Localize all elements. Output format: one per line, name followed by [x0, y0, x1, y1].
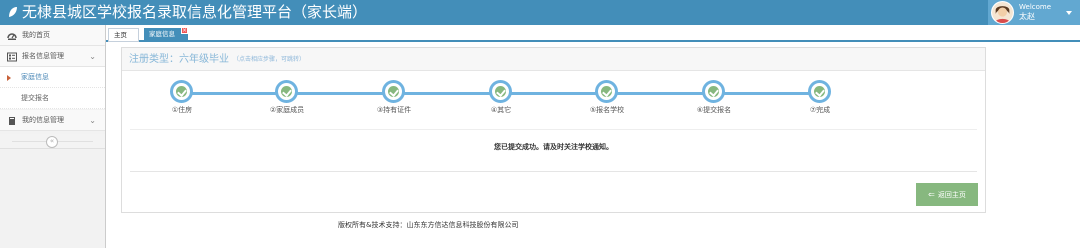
check-icon [601, 86, 612, 97]
step-label: ⑥提交报名 [696, 106, 732, 114]
close-icon[interactable]: × [181, 27, 188, 34]
sidebar-item-registration[interactable]: 报名信息管理 ⌄ [0, 46, 105, 67]
back-home-button[interactable]: ⇐ 返回主页 [916, 183, 978, 206]
top-navbar: 无棣县城区学校报名录取信息化管理平台（家长端） Welcome 太赵 [0, 0, 1080, 25]
success-message: 您已提交成功。请及时关注学校通知。 [494, 143, 613, 151]
check-icon [708, 86, 719, 97]
step-2[interactable]: ②家庭成员 [247, 80, 327, 116]
user-menu[interactable]: Welcome 太赵 [988, 0, 1080, 25]
step-circle [170, 80, 193, 103]
step-5[interactable]: ⑤报名学校 [567, 80, 647, 116]
page-title: 注册类型：六年级毕业 [129, 54, 229, 65]
step-3[interactable]: ③持有证件 [354, 80, 434, 116]
sidebar-collapse: « [0, 134, 105, 149]
check-icon [388, 86, 399, 97]
arrow-left-icon: ⇐ [928, 190, 935, 199]
app-title: 无棣县城区学校报名录取信息化管理平台（家长端） [22, 3, 368, 21]
active-marker-icon [7, 75, 11, 81]
caret-down-icon [1066, 11, 1072, 15]
user-avatar-icon [992, 2, 1013, 23]
list-icon [7, 52, 17, 62]
step-circle [702, 80, 725, 103]
step-label: ⑤报名学校 [589, 106, 625, 114]
step-4[interactable]: ④其它 [461, 80, 541, 116]
tab-bar: 主页 家庭信息 × [106, 25, 1080, 42]
check-icon [495, 86, 506, 97]
check-icon [176, 86, 187, 97]
step-circle [489, 80, 512, 103]
sidebar-item-label: 家庭信息 [21, 73, 49, 81]
user-name: 太赵 [1019, 12, 1035, 21]
registration-panel: 注册类型：六年级毕业 （点击相应步骤，可跳转） ①住房 ②家庭成员 ③持有证件 … [121, 47, 986, 213]
step-1[interactable]: ①住房 [142, 80, 222, 116]
dashboard-icon [7, 33, 17, 40]
step-6[interactable]: ⑥提交报名 [674, 80, 754, 116]
sidebar-item-label: 提交报名 [21, 94, 49, 102]
step-label: ③持有证件 [376, 106, 412, 114]
panel-header: 注册类型：六年级毕业 （点击相应步骤，可跳转） [122, 48, 985, 71]
footer-copyright: 版权所有&技术支持：山东东方信达信息科技股份有限公司 [338, 221, 519, 229]
welcome-text: Welcome [1019, 3, 1052, 11]
sidebar-item-label: 我的信息管理 [22, 116, 64, 124]
tab-home[interactable]: 主页 [108, 28, 139, 42]
step-circle [595, 80, 618, 103]
sidebar: 我的首页 报名信息管理 ⌄ 家庭信息 提交报名 我的信息管理 ⌄ « [0, 25, 106, 248]
sidebar-item-my-info[interactable]: 我的信息管理 ⌄ [0, 110, 105, 131]
step-circle [275, 80, 298, 103]
step-7[interactable]: ⑦完成 [780, 80, 860, 116]
step-label: ④其它 [490, 106, 512, 114]
panel-hint: （点击相应步骤，可跳转） [233, 56, 306, 63]
step-label: ⑦完成 [809, 106, 831, 114]
step-label: ②家庭成员 [269, 106, 305, 114]
step-circle [382, 80, 405, 103]
sidebar-item-family-info[interactable]: 家庭信息 [0, 67, 105, 88]
check-icon [814, 86, 825, 97]
divider [130, 171, 977, 172]
sidebar-item-label: 我的首页 [22, 31, 50, 39]
collapse-icon[interactable]: « [46, 136, 58, 148]
chevron-down-icon: ⌄ [89, 116, 96, 125]
back-home-label: 返回主页 [937, 191, 966, 199]
chevron-down-icon: ⌄ [89, 52, 96, 61]
leaf-icon [9, 7, 17, 17]
sidebar-item-submit-registration[interactable]: 提交报名 [0, 88, 105, 109]
sidebar-item-home[interactable]: 我的首页 [0, 25, 105, 46]
step-label: ①住房 [171, 106, 193, 114]
step-circle [808, 80, 831, 103]
divider [130, 129, 977, 130]
avatar [991, 1, 1014, 24]
book-icon [9, 117, 15, 125]
app-brand[interactable]: 无棣县城区学校报名录取信息化管理平台（家长端） [8, 3, 367, 22]
check-icon [281, 86, 292, 97]
sidebar-item-label: 报名信息管理 [22, 52, 64, 60]
